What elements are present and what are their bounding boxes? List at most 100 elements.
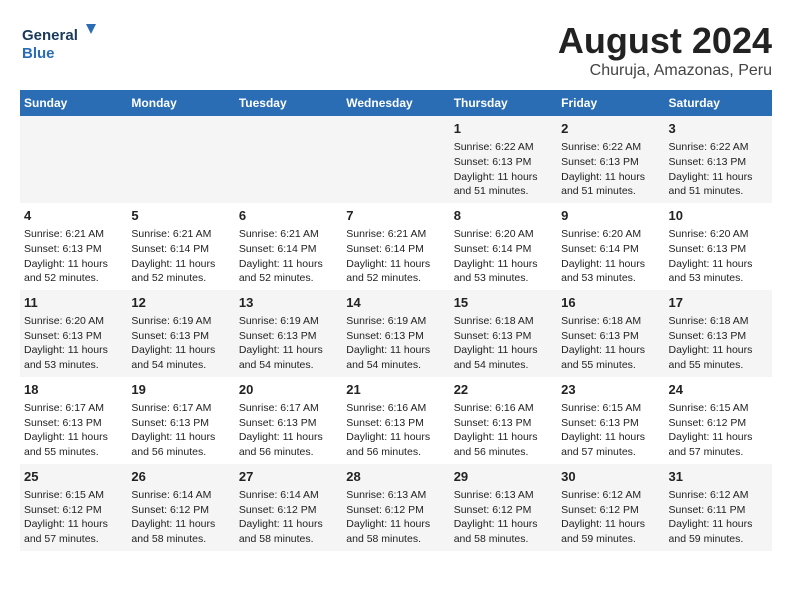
day-number: 14 bbox=[346, 294, 445, 312]
day-content: Sunrise: 6:19 AM Sunset: 6:13 PM Dayligh… bbox=[346, 315, 430, 371]
day-number: 18 bbox=[24, 381, 123, 399]
header-wednesday: Wednesday bbox=[342, 90, 449, 116]
header-tuesday: Tuesday bbox=[235, 90, 342, 116]
header-friday: Friday bbox=[557, 90, 664, 116]
day-number: 29 bbox=[454, 468, 553, 486]
day-content: Sunrise: 6:17 AM Sunset: 6:13 PM Dayligh… bbox=[24, 402, 108, 458]
day-content: Sunrise: 6:22 AM Sunset: 6:13 PM Dayligh… bbox=[561, 141, 645, 197]
day-content: Sunrise: 6:22 AM Sunset: 6:13 PM Dayligh… bbox=[454, 141, 538, 197]
calendar-cell: 30 Sunrise: 6:12 AM Sunset: 6:12 PM Dayli… bbox=[557, 464, 664, 551]
calendar-cell: 6Sunrise: 6:21 AM Sunset: 6:14 PM Daylig… bbox=[235, 203, 342, 290]
page-header: General Blue August 2024 Churuja, Amazon… bbox=[20, 20, 772, 80]
day-content: Sunrise: 6:13 AM Sunset: 6:12 PM Dayligh… bbox=[454, 489, 538, 545]
day-content: Sunrise: 6:13 AM Sunset: 6:12 PM Dayligh… bbox=[346, 489, 430, 545]
calendar-table: SundayMondayTuesdayWednesdayThursdayFrid… bbox=[20, 90, 772, 551]
day-number: 31 bbox=[669, 468, 768, 486]
day-content: Sunrise: 6:21 AM Sunset: 6:14 PM Dayligh… bbox=[131, 228, 215, 284]
day-number: 13 bbox=[239, 294, 338, 312]
calendar-cell: 29 Sunrise: 6:13 AM Sunset: 6:12 PM Dayli… bbox=[450, 464, 557, 551]
calendar-cell: 13 Sunrise: 6:19 AM Sunset: 6:13 PM Dayli… bbox=[235, 290, 342, 377]
header-monday: Monday bbox=[127, 90, 234, 116]
day-content: Sunrise: 6:21 AM Sunset: 6:14 PM Dayligh… bbox=[346, 228, 430, 284]
svg-text:Blue: Blue bbox=[22, 45, 55, 62]
calendar-cell: 5 Sunrise: 6:21 AM Sunset: 6:14 PM Daylig… bbox=[127, 203, 234, 290]
subtitle: Churuja, Amazonas, Peru bbox=[558, 62, 772, 80]
calendar-cell: 18 Sunrise: 6:17 AM Sunset: 6:13 PM Dayli… bbox=[20, 377, 127, 464]
day-number: 5 bbox=[131, 207, 230, 225]
day-content: Sunrise: 6:18 AM Sunset: 6:13 PM Dayligh… bbox=[561, 315, 645, 371]
day-number: 17 bbox=[669, 294, 768, 312]
day-number: 22 bbox=[454, 381, 553, 399]
day-number: 19 bbox=[131, 381, 230, 399]
calendar-cell: 21Sunrise: 6:16 AM Sunset: 6:13 PM Dayli… bbox=[342, 377, 449, 464]
day-content: Sunrise: 6:14 AM Sunset: 6:12 PM Dayligh… bbox=[131, 489, 215, 545]
calendar-cell: 4 Sunrise: 6:21 AM Sunset: 6:13 PM Daylig… bbox=[20, 203, 127, 290]
day-number: 1 bbox=[454, 120, 553, 138]
day-content: Sunrise: 6:14 AM Sunset: 6:12 PM Dayligh… bbox=[239, 489, 323, 545]
title-area: August 2024 Churuja, Amazonas, Peru bbox=[558, 20, 772, 80]
calendar-cell: 8Sunrise: 6:20 AM Sunset: 6:14 PM Daylig… bbox=[450, 203, 557, 290]
calendar-cell: 16Sunrise: 6:18 AM Sunset: 6:13 PM Dayli… bbox=[557, 290, 664, 377]
day-content: Sunrise: 6:18 AM Sunset: 6:13 PM Dayligh… bbox=[669, 315, 753, 371]
day-content: Sunrise: 6:17 AM Sunset: 6:13 PM Dayligh… bbox=[131, 402, 215, 458]
calendar-cell: 17 Sunrise: 6:18 AM Sunset: 6:13 PM Dayli… bbox=[665, 290, 772, 377]
calendar-cell: 26 Sunrise: 6:14 AM Sunset: 6:12 PM Dayli… bbox=[127, 464, 234, 551]
day-content: Sunrise: 6:15 AM Sunset: 6:13 PM Dayligh… bbox=[561, 402, 645, 458]
week-row-3: 11Sunrise: 6:20 AM Sunset: 6:13 PM Dayli… bbox=[20, 290, 772, 377]
day-number: 10 bbox=[669, 207, 768, 225]
calendar-cell: 25 Sunrise: 6:15 AM Sunset: 6:12 PM Dayli… bbox=[20, 464, 127, 551]
day-content: Sunrise: 6:17 AM Sunset: 6:13 PM Dayligh… bbox=[239, 402, 323, 458]
calendar-cell: 27 Sunrise: 6:14 AM Sunset: 6:12 PM Dayli… bbox=[235, 464, 342, 551]
day-number: 23 bbox=[561, 381, 660, 399]
day-number: 28 bbox=[346, 468, 445, 486]
day-number: 11 bbox=[24, 294, 123, 312]
calendar-cell: 9Sunrise: 6:20 AM Sunset: 6:14 PM Daylig… bbox=[557, 203, 664, 290]
day-content: Sunrise: 6:15 AM Sunset: 6:12 PM Dayligh… bbox=[24, 489, 108, 545]
week-row-5: 25 Sunrise: 6:15 AM Sunset: 6:12 PM Dayli… bbox=[20, 464, 772, 551]
calendar-cell: 23 Sunrise: 6:15 AM Sunset: 6:13 PM Dayli… bbox=[557, 377, 664, 464]
day-number: 25 bbox=[24, 468, 123, 486]
calendar-cell: 28 Sunrise: 6:13 AM Sunset: 6:12 PM Dayli… bbox=[342, 464, 449, 551]
calendar-cell bbox=[235, 116, 342, 203]
day-content: Sunrise: 6:19 AM Sunset: 6:13 PM Dayligh… bbox=[239, 315, 323, 371]
day-number: 2 bbox=[561, 120, 660, 138]
day-content: Sunrise: 6:22 AM Sunset: 6:13 PM Dayligh… bbox=[669, 141, 753, 197]
day-content: Sunrise: 6:16 AM Sunset: 6:13 PM Dayligh… bbox=[454, 402, 538, 458]
day-content: Sunrise: 6:20 AM Sunset: 6:13 PM Dayligh… bbox=[669, 228, 753, 284]
calendar-cell: 20 Sunrise: 6:17 AM Sunset: 6:13 PM Dayli… bbox=[235, 377, 342, 464]
svg-text:General: General bbox=[22, 27, 78, 44]
day-number: 21 bbox=[346, 381, 445, 399]
day-number: 20 bbox=[239, 381, 338, 399]
logo: General Blue bbox=[20, 20, 100, 68]
calendar-cell: 10 Sunrise: 6:20 AM Sunset: 6:13 PM Dayli… bbox=[665, 203, 772, 290]
header-sunday: Sunday bbox=[20, 90, 127, 116]
day-content: Sunrise: 6:18 AM Sunset: 6:13 PM Dayligh… bbox=[454, 315, 538, 371]
calendar-cell: 11Sunrise: 6:20 AM Sunset: 6:13 PM Dayli… bbox=[20, 290, 127, 377]
day-number: 30 bbox=[561, 468, 660, 486]
calendar-cell: 31 Sunrise: 6:12 AM Sunset: 6:11 PM Dayli… bbox=[665, 464, 772, 551]
day-content: Sunrise: 6:12 AM Sunset: 6:11 PM Dayligh… bbox=[669, 489, 753, 545]
day-number: 27 bbox=[239, 468, 338, 486]
calendar-cell bbox=[20, 116, 127, 203]
calendar-cell: 15 Sunrise: 6:18 AM Sunset: 6:13 PM Dayli… bbox=[450, 290, 557, 377]
calendar-cell: 7 Sunrise: 6:21 AM Sunset: 6:14 PM Daylig… bbox=[342, 203, 449, 290]
day-number: 8 bbox=[454, 207, 553, 225]
day-number: 3 bbox=[669, 120, 768, 138]
calendar-cell: 2 Sunrise: 6:22 AM Sunset: 6:13 PM Daylig… bbox=[557, 116, 664, 203]
week-row-4: 18 Sunrise: 6:17 AM Sunset: 6:13 PM Dayli… bbox=[20, 377, 772, 464]
day-number: 6 bbox=[239, 207, 338, 225]
day-number: 24 bbox=[669, 381, 768, 399]
calendar-cell: 1 Sunrise: 6:22 AM Sunset: 6:13 PM Daylig… bbox=[450, 116, 557, 203]
day-number: 7 bbox=[346, 207, 445, 225]
logo-svg: General Blue bbox=[20, 20, 100, 68]
week-row-1: 1 Sunrise: 6:22 AM Sunset: 6:13 PM Daylig… bbox=[20, 116, 772, 203]
day-content: Sunrise: 6:12 AM Sunset: 6:12 PM Dayligh… bbox=[561, 489, 645, 545]
calendar-cell: 22 Sunrise: 6:16 AM Sunset: 6:13 PM Dayli… bbox=[450, 377, 557, 464]
day-number: 9 bbox=[561, 207, 660, 225]
calendar-cell: 14 Sunrise: 6:19 AM Sunset: 6:13 PM Dayli… bbox=[342, 290, 449, 377]
day-number: 26 bbox=[131, 468, 230, 486]
day-content: Sunrise: 6:21 AM Sunset: 6:13 PM Dayligh… bbox=[24, 228, 108, 284]
day-number: 15 bbox=[454, 294, 553, 312]
header-thursday: Thursday bbox=[450, 90, 557, 116]
day-number: 4 bbox=[24, 207, 123, 225]
